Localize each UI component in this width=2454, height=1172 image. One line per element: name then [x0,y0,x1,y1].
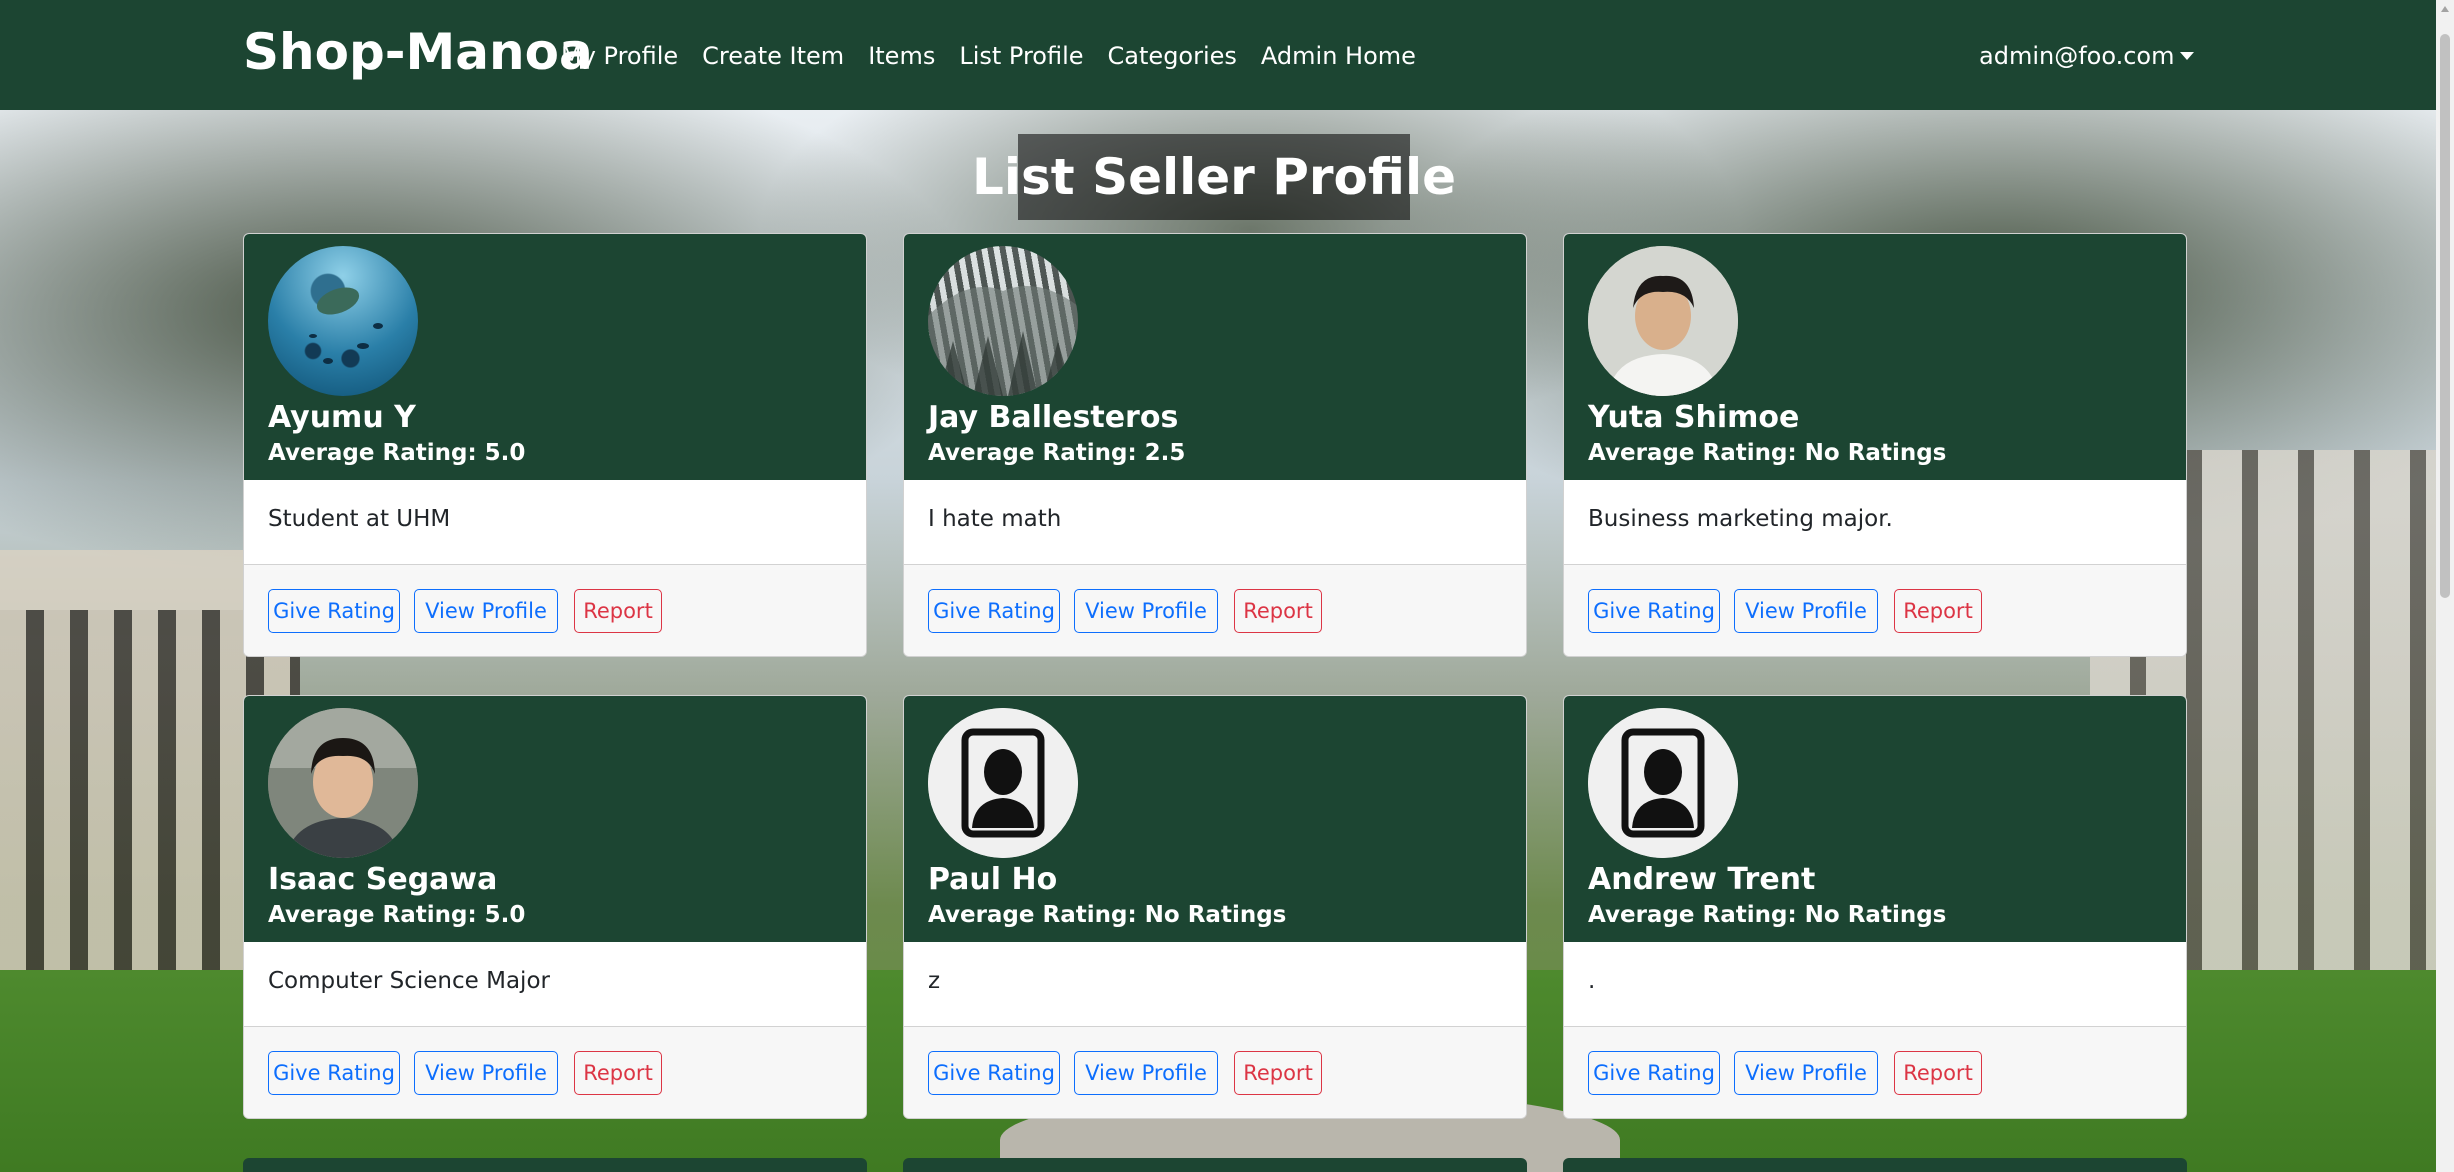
average-rating: Average Rating: No Ratings [1588,440,1947,466]
nav-list-profile[interactable]: List Profile [959,38,1083,74]
average-rating: Average Rating: 2.5 [928,440,1186,466]
brand-logo[interactable]: Shop-Manoa [243,20,593,84]
seller-name: Jay Ballesteros [928,400,1179,435]
card-header: Andrew Trent Average Rating: No Ratings [1564,696,2186,942]
seller-bio: Student at UHM [268,506,451,532]
user-email: admin@foo.com [1979,42,2175,70]
seller-bio: . [1588,968,1596,994]
seller-name: Ayumu Y [268,400,416,435]
average-rating: Average Rating: 5.0 [268,440,526,466]
seller-card-partial [903,1158,1527,1172]
person-photo-avatar [268,708,418,858]
seller-bio: I hate math [928,506,1062,532]
snowy-forest-photo-avatar [928,246,1078,396]
seller-card: Yuta Shimoe Average Rating: No Ratings B… [1563,233,2187,657]
seller-bio: Computer Science Major [268,968,550,994]
card-footer: Give Rating View Profile Report [904,564,1526,656]
card-footer: Give Rating View Profile Report [1564,1026,2186,1118]
give-rating-button[interactable]: Give Rating [268,589,400,633]
seller-card: Andrew Trent Average Rating: No Ratings … [1563,695,2187,1119]
card-body: Business marketing major. [1564,480,2186,564]
card-header: Paul Ho Average Rating: No Ratings [904,696,1526,942]
seller-card-partial [1563,1158,2187,1172]
seller-name: Andrew Trent [1588,862,1816,897]
page-title: List Seller Profile [972,148,1457,206]
seller-name: Paul Ho [928,862,1058,897]
report-button[interactable]: Report [574,1051,662,1095]
view-profile-button[interactable]: View Profile [1074,589,1218,633]
seller-bio: Business marketing major. [1588,506,1893,532]
card-body: I hate math [904,480,1526,564]
report-button[interactable]: Report [1894,1051,1982,1095]
card-footer: Give Rating View Profile Report [244,1026,866,1118]
seller-card: Jay Ballesteros Average Rating: 2.5 I ha… [903,233,1527,657]
nav-links: My Profile Create Item Items List Profil… [561,38,1440,74]
page-title-box: List Seller Profile [972,134,1456,220]
scrollbar-thumb[interactable] [2440,34,2450,598]
give-rating-button[interactable]: Give Rating [268,1051,400,1095]
view-profile-button[interactable]: View Profile [414,1051,558,1095]
default-avatar-icon [1588,708,1738,858]
give-rating-button[interactable]: Give Rating [1588,589,1720,633]
view-profile-button[interactable]: View Profile [1734,589,1878,633]
card-header: Yuta Shimoe Average Rating: No Ratings [1564,234,2186,480]
caret-down-icon [2180,52,2195,60]
card-body: Student at UHM [244,480,866,564]
seller-name: Isaac Segawa [268,862,498,897]
seller-card: Paul Ho Average Rating: No Ratings z Giv… [903,695,1527,1119]
scroll-up-arrow-icon[interactable] [2441,6,2449,12]
card-body: Computer Science Major [244,942,866,1026]
page-scrollbar[interactable] [2436,0,2454,1172]
card-body: z [904,942,1526,1026]
report-button[interactable]: Report [1234,1051,1322,1095]
give-rating-button[interactable]: Give Rating [928,589,1060,633]
nav-items[interactable]: Items [868,38,935,74]
card-header: Jay Ballesteros Average Rating: 2.5 [904,234,1526,480]
seller-bio: z [928,968,941,994]
card-body: . [1564,942,2186,1026]
card-header: Isaac Segawa Average Rating: 5.0 [244,696,866,942]
card-footer: Give Rating View Profile Report [904,1026,1526,1118]
card-footer: Give Rating View Profile Report [1564,564,2186,656]
card-header: Ayumu Y Average Rating: 5.0 [244,234,866,480]
view-profile-button[interactable]: View Profile [1734,1051,1878,1095]
view-profile-button[interactable]: View Profile [1074,1051,1218,1095]
average-rating: Average Rating: 5.0 [268,902,526,928]
seller-card: Ayumu Y Average Rating: 5.0 Student at U… [243,233,867,657]
seller-card: Isaac Segawa Average Rating: 5.0 Compute… [243,695,867,1119]
person-photo-avatar [1588,246,1738,396]
top-navbar: Shop-Manoa My Profile Create Item Items … [0,0,2436,110]
view-profile-button[interactable]: View Profile [414,589,558,633]
user-dropdown[interactable]: admin@foo.com [1979,38,2195,74]
report-button[interactable]: Report [1894,589,1982,633]
nav-create-item[interactable]: Create Item [702,38,844,74]
average-rating: Average Rating: No Ratings [1588,902,1947,928]
nav-categories[interactable]: Categories [1108,38,1237,74]
card-footer: Give Rating View Profile Report [244,564,866,656]
nav-admin-home[interactable]: Admin Home [1261,38,1416,74]
ocean-photo-avatar [268,246,418,396]
report-button[interactable]: Report [1234,589,1322,633]
seller-card-partial [243,1158,867,1172]
give-rating-button[interactable]: Give Rating [928,1051,1060,1095]
default-avatar-icon [928,708,1078,858]
report-button[interactable]: Report [574,589,662,633]
give-rating-button[interactable]: Give Rating [1588,1051,1720,1095]
seller-name: Yuta Shimoe [1588,400,1800,435]
nav-my-profile[interactable]: My Profile [561,38,678,74]
average-rating: Average Rating: No Ratings [928,902,1287,928]
